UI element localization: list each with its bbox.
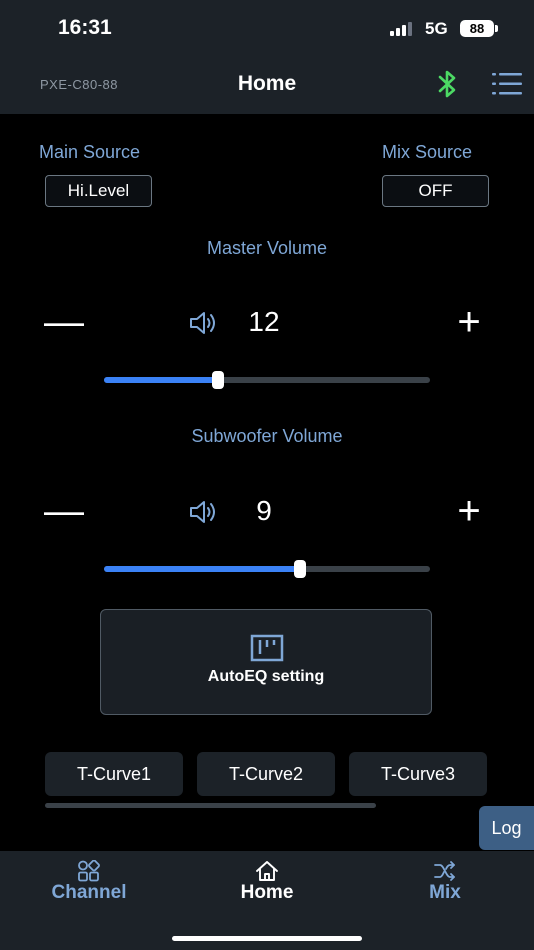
subwoofer-volume-minus-button[interactable]: — — [44, 491, 84, 531]
main-source-label: Main Source — [39, 142, 141, 162]
master-volume-slider[interactable] — [104, 377, 430, 383]
master-volume-minus-button[interactable]: — — [44, 302, 84, 342]
network-type: 5G — [425, 19, 448, 38]
master-volume-title: Master Volume — [206, 238, 328, 258]
bluetooth-icon[interactable] — [436, 69, 460, 99]
master-volume-fill — [104, 377, 218, 383]
speaker-icon — [190, 501, 215, 523]
subwoofer-volume-plus-button[interactable]: + — [449, 491, 489, 531]
signal-icon — [390, 22, 416, 36]
master-volume-thumb[interactable] — [212, 371, 224, 389]
log-button[interactable]: Log — [479, 806, 534, 850]
grid-icon — [78, 860, 100, 882]
autoeq-label: AutoEQ setting — [207, 668, 325, 685]
mix-source-button[interactable]: OFF — [382, 175, 489, 207]
subwoofer-volume-thumb[interactable] — [294, 560, 306, 578]
tab-mix[interactable]: Mix — [385, 882, 505, 904]
subwoofer-volume-title: Subwoofer Volume — [191, 426, 343, 446]
shuffle-icon — [434, 861, 455, 881]
battery-tip — [495, 25, 498, 32]
tab-home[interactable]: Home — [207, 882, 327, 904]
autoeq-button[interactable] — [100, 609, 432, 715]
subwoofer-volume-value: 9 — [256, 495, 272, 526]
tab-channel[interactable]: Channel — [29, 882, 149, 904]
horizontal-scrollbar[interactable] — [45, 803, 376, 808]
battery-level: 88 — [460, 20, 494, 37]
home-indicator — [172, 936, 362, 941]
t-curve-2-button[interactable]: T-Curve2 — [197, 752, 335, 796]
subwoofer-volume-slider[interactable] — [104, 566, 430, 572]
home-icon — [256, 861, 278, 881]
eq-icon — [250, 634, 284, 662]
mix-source-label: Mix Source — [382, 142, 473, 162]
status-time: 16:31 — [58, 16, 112, 39]
main-source-button[interactable]: Hi.Level — [45, 175, 152, 207]
master-volume-value: 12 — [248, 306, 280, 337]
subwoofer-volume-fill — [104, 566, 300, 572]
t-curve-3-button[interactable]: T-Curve3 — [349, 752, 487, 796]
speaker-icon — [190, 312, 215, 334]
master-volume-plus-button[interactable]: + — [449, 302, 489, 342]
list-menu-icon[interactable] — [492, 72, 522, 96]
t-curve-1-button[interactable]: T-Curve1 — [45, 752, 183, 796]
